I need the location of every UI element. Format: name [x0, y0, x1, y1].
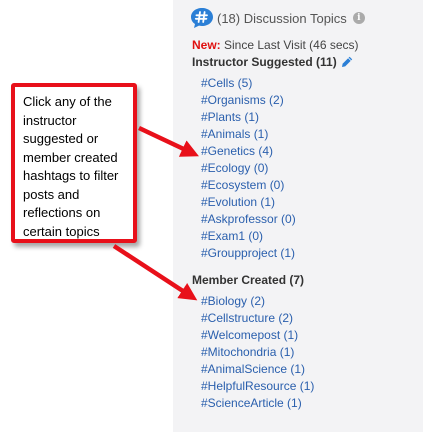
topics-header: (18) Discussion Topics i: [190, 6, 365, 30]
instruction-callout: Click any of the instructor suggested or…: [11, 83, 137, 243]
hashtag-link[interactable]: #Genetics (4): [201, 143, 296, 160]
hashtag-link[interactable]: #Exam1 (0): [201, 228, 296, 245]
hashtag-link[interactable]: #Ecology (0): [201, 160, 296, 177]
hashtag-link[interactable]: #Biology (2): [201, 293, 314, 310]
hashtag-link[interactable]: #Animals (1): [201, 126, 296, 143]
instructor-suggested-heading: Instructor Suggested (11): [192, 55, 353, 69]
instructor-tag-list: #Cells (5) #Organisms (2) #Plants (1) #A…: [201, 75, 296, 262]
hashtag-link[interactable]: #AnimalScience (1): [201, 361, 314, 378]
member-tag-list: #Biology (2) #Cellstructure (2) #Welcome…: [201, 293, 314, 412]
hashtag-link[interactable]: #Groupproject (1): [201, 245, 296, 262]
member-created-title: Member Created (7): [192, 273, 305, 287]
hashtag-link[interactable]: #Mitochondria (1): [201, 344, 314, 361]
hashtag-link[interactable]: #Welcomepost (1): [201, 327, 314, 344]
hashtag-link[interactable]: #HelpfulResource (1): [201, 378, 314, 395]
discussion-topics-count: (18) Discussion Topics: [217, 10, 347, 26]
new-since-last-visit: New: Since Last Visit (46 secs): [192, 38, 359, 52]
info-icon[interactable]: i: [352, 12, 365, 24]
hashtag-link[interactable]: #Plants (1): [201, 109, 296, 126]
hashtag-link[interactable]: #Cellstructure (2): [201, 310, 314, 327]
hashtag-link[interactable]: #Askprofessor (0): [201, 211, 296, 228]
hashtag-link[interactable]: #Cells (5): [201, 75, 296, 92]
new-label: New:: [192, 38, 221, 52]
hashtag-link[interactable]: #ScienceArticle (1): [201, 395, 314, 412]
hashtag-bubble-icon: [190, 7, 214, 29]
instructor-suggested-title: Instructor Suggested (11): [192, 55, 337, 69]
hashtag-link[interactable]: #Ecosystem (0): [201, 177, 296, 194]
hashtag-link[interactable]: #Organisms (2): [201, 92, 296, 109]
since-last-visit-text: Since Last Visit (46 secs): [220, 38, 359, 52]
pencil-icon[interactable]: [341, 56, 353, 68]
hashtag-link[interactable]: #Evolution (1): [201, 194, 296, 211]
member-created-heading: Member Created (7): [192, 273, 304, 287]
